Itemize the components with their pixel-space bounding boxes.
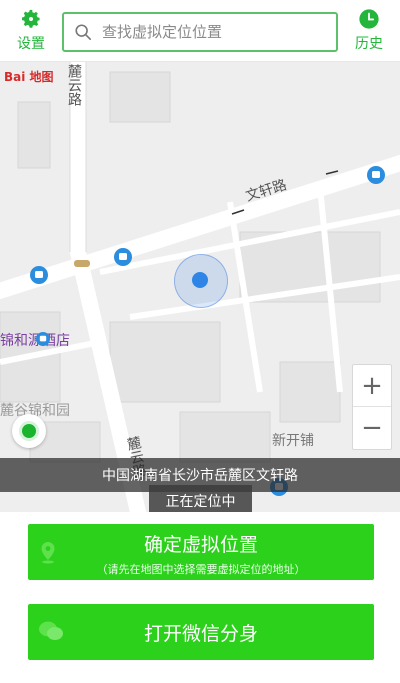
- app-screen: 设置 历史: [0, 0, 400, 683]
- wechat-button-label: 打开微信分身: [143, 622, 258, 645]
- top-bar: 设置 历史: [0, 0, 400, 62]
- road-label-luyun-top: 麓云路: [66, 64, 82, 106]
- clock-icon: [359, 9, 379, 29]
- baidu-logo: Bai 地图: [4, 70, 54, 84]
- location-dot-icon: [192, 272, 208, 288]
- traffic-light-icon: [74, 260, 90, 267]
- wechat-icon: [39, 621, 63, 640]
- poi-label-hotel: 锦和源酒店: [0, 333, 70, 349]
- map-view[interactable]: Bai 地图 麓云路 文轩路 麓云路 锦和源酒店 麓谷锦和园 新开铺 + − 中…: [0, 62, 400, 512]
- gear-icon: [22, 9, 40, 28]
- settings-button[interactable]: 设置: [8, 8, 54, 56]
- bus-stop-icon[interactable]: [114, 248, 132, 266]
- settings-label: 设置: [17, 36, 45, 52]
- zoom-control: + −: [352, 364, 392, 450]
- block-label-xinkaipu: 新开铺: [272, 433, 314, 449]
- locating-toast: 正在定位中: [149, 485, 252, 512]
- toast-text: 正在定位中: [165, 494, 236, 510]
- zoom-out-button[interactable]: −: [353, 407, 391, 449]
- location-pin-icon: [41, 542, 55, 564]
- history-label: 历史: [355, 36, 383, 52]
- confirm-virtual-location-button[interactable]: 确定虚拟位置 （请先在地图中选择需要虚拟定位的地址）: [28, 524, 374, 580]
- search-input[interactable]: [102, 23, 322, 41]
- bus-stop-icon[interactable]: [30, 266, 48, 284]
- bus-stop-icon[interactable]: [36, 332, 50, 346]
- zoom-in-button[interactable]: +: [353, 365, 391, 407]
- address-text: 中国湖南省长沙市岳麓区文轩路: [102, 468, 298, 484]
- locate-icon: [22, 424, 36, 438]
- bus-stop-icon[interactable]: [367, 166, 385, 184]
- history-button[interactable]: 历史: [346, 8, 392, 56]
- open-wechat-clone-button[interactable]: 打开微信分身: [28, 604, 374, 660]
- search-icon: [75, 24, 92, 41]
- confirm-button-title: 确定虚拟位置: [143, 534, 258, 556]
- locate-me-button[interactable]: [12, 414, 46, 448]
- search-box[interactable]: [62, 12, 338, 52]
- confirm-button-subtitle: （请先在地图中选择需要虚拟定位的地址）: [96, 563, 306, 576]
